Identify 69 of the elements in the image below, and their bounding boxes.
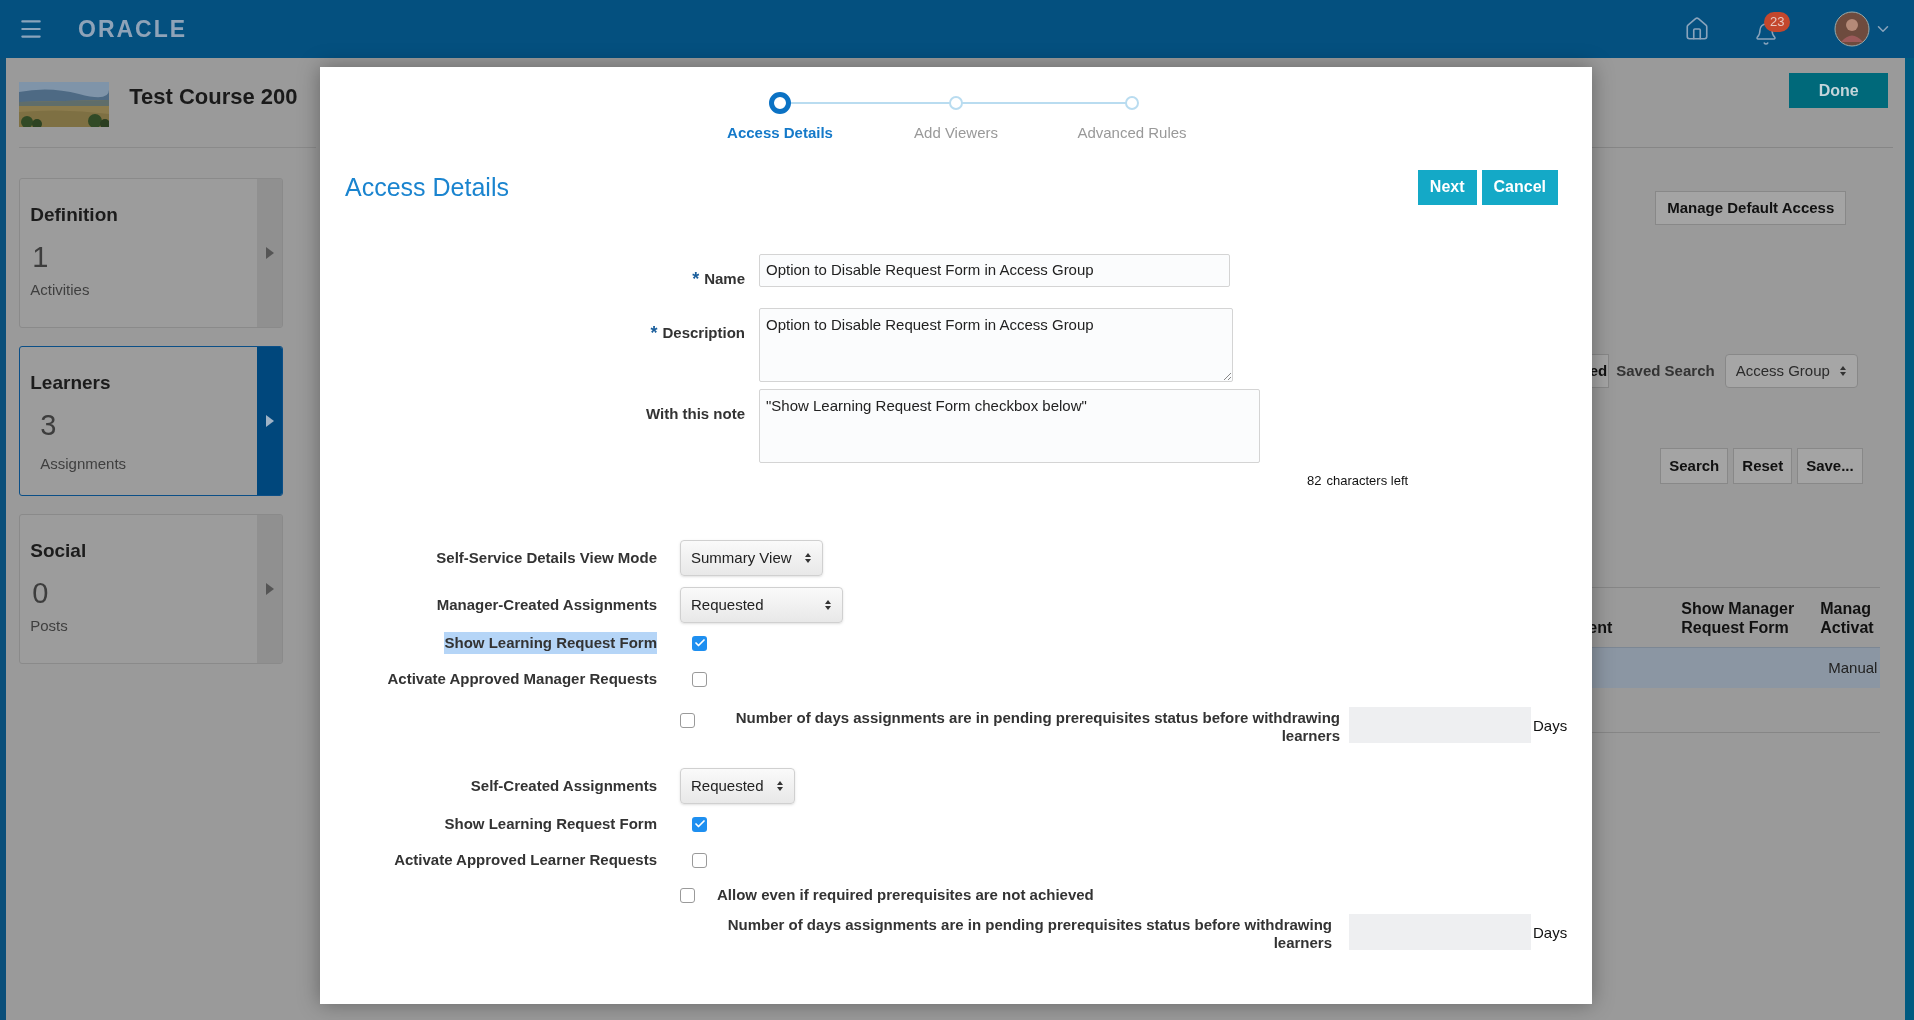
field-label: Number of days assignments are in pending prerequisites status before withdrawing learners	[734, 708, 1340, 745]
logo: ORACLE	[78, 14, 188, 44]
expand-arrow-icon	[265, 415, 274, 427]
dropdown[interactable]: Summary View	[680, 540, 823, 576]
card-count: 1	[32, 239, 50, 275]
field-label: Manager-Created Assignments	[435, 594, 657, 615]
dropdown-arrows-icon	[824, 599, 832, 611]
field-label: Show Learning Request Form	[444, 813, 657, 834]
required-marker: *	[650, 323, 658, 342]
checkbox[interactable]	[692, 852, 707, 868]
field-label: Self-Service Details View Mode	[435, 547, 657, 568]
saved-search-dropdown[interactable]: Access Group	[1724, 354, 1858, 388]
checkbox[interactable]	[692, 635, 707, 651]
card-title: Social	[30, 539, 88, 563]
checkbox[interactable]	[692, 671, 707, 687]
field-label: Self-Created Assignments	[469, 775, 657, 796]
search-action-button[interactable]: Search	[1660, 448, 1729, 484]
card-label: Assignments	[40, 454, 128, 474]
card-label: Posts	[30, 616, 69, 636]
resize-handle-icon[interactable]	[1223, 371, 1231, 380]
characters-left-count: 82	[1307, 471, 1322, 490]
column-header: Show Manager Request Form	[1681, 599, 1796, 637]
field-label: Activate Approved Manager Requests	[387, 668, 657, 689]
manage-default-access-button[interactable]: Manage Default Access	[1655, 191, 1847, 225]
dropdown-arrows-icon	[1838, 365, 1847, 377]
card-count: 3	[40, 407, 58, 443]
text-area[interactable]: "Show Learning Request Form checkbox below"	[759, 388, 1260, 463]
nav-card[interactable]: Social 0 Posts	[19, 514, 284, 664]
characters-left-label: characters left	[1326, 471, 1409, 490]
field-label: Description	[662, 322, 745, 343]
step-marker[interactable]	[769, 92, 791, 114]
checkbox[interactable]	[692, 816, 707, 832]
nav-card[interactable]: Learners 3 Assignments	[19, 346, 284, 496]
checkbox[interactable]	[680, 713, 695, 728]
avatar-icon[interactable]	[1834, 11, 1870, 47]
done-button[interactable]: Done	[1789, 73, 1889, 108]
nav-card[interactable]: Definition 1 Activities	[19, 178, 284, 328]
unit-label: Days	[1533, 923, 1568, 943]
home-icon[interactable]	[1684, 16, 1710, 42]
table-cell: Manual	[1828, 659, 1878, 676]
notification-badge: 23	[1764, 12, 1791, 32]
field-label: Activate Approved Learner Requests	[394, 849, 657, 870]
field-label: Name	[704, 269, 745, 289]
expand-arrow-icon	[265, 247, 274, 259]
dropdown-arrows-icon	[775, 780, 784, 792]
card-title: Definition	[30, 203, 119, 227]
column-header: Manag Activat	[1820, 599, 1875, 637]
field-label: With this note	[645, 403, 745, 424]
card-count: 0	[32, 575, 50, 611]
search-action-button[interactable]: Save...	[1797, 448, 1863, 484]
search-action-button[interactable]: Reset	[1733, 448, 1793, 484]
option-label: Allow even if required prerequisites are not achieved	[717, 884, 1094, 905]
required-marker: *	[692, 270, 700, 289]
course-title: Test Course 200	[129, 83, 298, 111]
checkbox[interactable]	[680, 887, 695, 903]
field-label: Show Learning Request Form	[444, 631, 657, 655]
card-label: Activities	[30, 280, 91, 300]
card-title: Learners	[30, 371, 112, 395]
expand-arrow-icon	[265, 583, 274, 595]
field-label: Number of days assignments are in pending prerequisites status before withdrawing learners	[726, 915, 1332, 952]
saved-search-label: Saved Search	[1616, 360, 1715, 381]
name-field[interactable]: Option to Disable Request Form in Access Group	[759, 254, 1230, 287]
text-area[interactable]: Option to Disable Request Form in Access Group	[759, 307, 1233, 382]
dialog-title: Access Details	[345, 171, 509, 203]
dropdown[interactable]: Requested	[680, 587, 843, 623]
dropdown-arrows-icon	[803, 552, 812, 564]
dropdown[interactable]: Requested	[680, 768, 795, 804]
unit-label: Days	[1533, 716, 1568, 736]
step-label[interactable]: Access Details	[727, 122, 833, 145]
